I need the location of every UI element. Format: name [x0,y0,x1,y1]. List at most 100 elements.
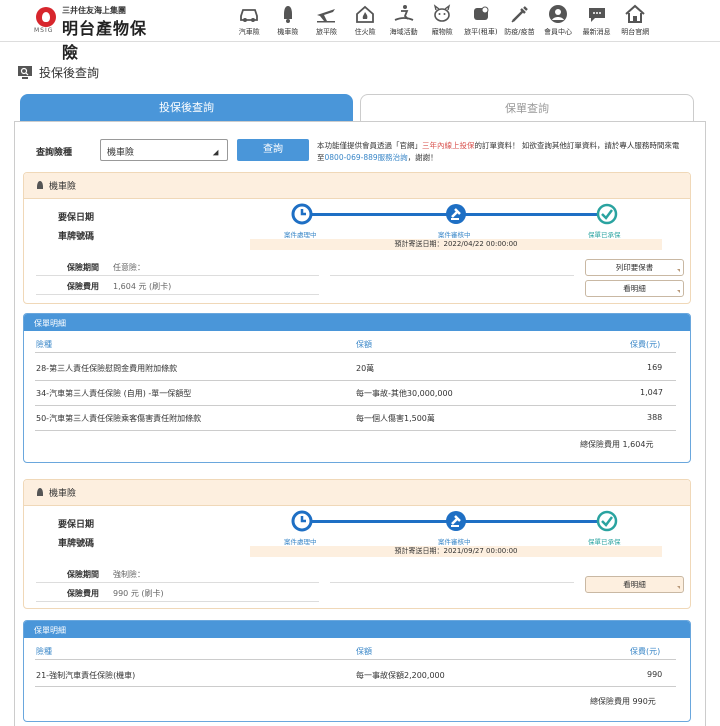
table-divider [35,659,676,660]
scooter-icon [37,180,43,189]
scooter-icon [37,487,43,496]
nav-scooter[interactable]: 機車險 [269,2,308,40]
table-cell: 28-第三人責任保險慰問金費用附加條款 [36,364,178,373]
policy-fee-value: 990 元 (刷卡) [113,589,164,598]
nav-travel[interactable]: 旅平險 [307,2,346,40]
policy-period-value: 強制險： [113,570,145,579]
brand-logo[interactable]: MSIG 三井住友海上集團 明台產物保險 [32,5,162,62]
query-button[interactable]: 查詢 [237,139,309,161]
step-issued-label: 保單已承保 [588,231,621,239]
progress-steps: 案件處理中 案件審核中 保單已承保 預計寄送日期：2022/04/22 00:0… [250,201,662,250]
step-issued-label: 保單已承保 [588,538,621,546]
member-icon [549,5,568,23]
house-fire-icon [356,5,374,23]
total-premium: 總保險費用 1,604元 [580,440,654,449]
nav-marine[interactable]: 海域活動 [384,2,423,40]
history-icon [291,510,313,532]
header-coverage: 險種 [36,340,52,349]
scooter-icon [283,6,292,23]
table-cell: 每一事故保額2,200,000 [356,671,445,680]
top-bar: MSIG 三井住友海上集團 明台產物保險 汽車險 機車險 旅平險 住火險 海域活… [0,0,720,62]
nav-rental[interactable]: 旅平(租車) [462,2,501,40]
tab-policy-query[interactable]: 保單查詢 [360,94,694,122]
query-notice: 本功能僅提供會員透過「官網」三年內線上投保的訂單資料！ 如欲查詢其他訂單資料，請… [317,141,680,162]
policy-period-value: 任意險： [113,263,145,272]
step-processing-label: 案件處理中 [284,538,317,546]
policy-card-header: 機車險 [24,480,690,506]
header-amount: 保額 [356,647,372,656]
nav-label: 最新消息 [582,28,611,36]
policy-fee-label: 保險費用 [67,589,99,598]
view-detail-button[interactable]: 看明細 [585,280,684,297]
nav-label: 海域活動 [389,28,418,36]
service-phone-link[interactable]: 0800-069-889服務治詢 [325,153,408,162]
plate-number-label: 車牌號碼 [58,232,95,242]
history-icon [291,203,313,225]
progress-steps: 案件處理中 案件審核中 保單已承保 預計寄送日期：2021/09/27 00:0… [250,508,662,557]
divider [36,601,319,602]
step-reviewing-label: 案件審核中 [438,538,471,546]
table-cell: 20萬 [356,364,375,373]
msig-logo-icon [36,7,56,27]
total-premium: 總保險費用 990元 [590,697,656,706]
nav-label: 旅平(租車) [464,28,498,36]
divider [330,275,574,276]
table-cell: 每一個人傷害1,500萬 [356,414,435,423]
table-cell: 34-汽車第三人責任保險 (自用) -單一保額型 [36,389,192,398]
header-premium: 保費(元) [630,340,661,349]
nav-label: 住火險 [354,28,376,36]
car-icon [240,9,259,22]
nav-label: 寵物險 [431,28,453,36]
table-cell: 1,047 [640,388,663,397]
start-date-label: 要保日期 [58,213,95,223]
divider [36,582,319,583]
rental-car-icon [473,6,489,20]
divider [36,294,319,295]
airplane-icon [317,9,336,23]
nav-label: 機車險 [277,28,299,36]
policy-period-label: 保險期間 [67,570,99,579]
nav-label: 防疫/疫苗 [504,28,535,36]
surfing-icon [394,5,414,21]
nav-official[interactable]: 明台官網 [616,2,655,40]
table-cell: 169 [647,363,663,372]
nav-label: 汽車險 [238,28,260,36]
insurance-type-label: 查詢險種 [36,148,73,158]
nav-label: 明台官網 [621,28,650,36]
table-divider [35,686,676,687]
policy-fee-value: 1,604 元 (刷卡) [113,282,172,291]
table-cell: 388 [647,413,663,422]
table-divider [35,430,676,431]
nav-label: 旅平險 [315,28,337,36]
plate-number-label: 車牌號碼 [58,539,95,549]
nav-news[interactable]: 最新消息 [577,2,616,40]
insurance-type-select[interactable]: 機車險 [100,139,228,161]
nav-member[interactable]: 會員中心 [539,2,578,40]
policy-fee-label: 保險費用 [67,282,99,291]
table-divider [35,405,676,406]
table-divider [35,352,676,353]
view-detail-button[interactable]: 看明細 [585,576,684,593]
policy-period-label: 保險期間 [67,263,99,272]
header-premium: 保費(元) [630,647,661,656]
nav-vaccine[interactable]: 防疫/疫苗 [500,2,539,40]
main-nav: 汽車險 機車險 旅平險 住火險 海域活動 寵物險 旅平(租車) 防疫/疫苗 會員… [230,2,655,40]
table-cell: 990 [647,670,663,679]
home-icon [625,4,645,23]
step-processing-label: 案件處理中 [284,231,317,239]
table-cell: 每一事故-其他30,000,000 [356,389,453,398]
tab-post-purchase-query[interactable]: 投保後查詢 [20,94,353,122]
table-cell: 21-強制汽車責任保險(機車) [36,671,136,680]
print-application-button[interactable]: 列印要保書 [585,259,684,276]
check-circle-icon [596,510,618,532]
nav-label: 會員中心 [544,28,573,36]
news-icon [588,8,605,22]
nav-fire[interactable]: 住火險 [346,2,385,40]
start-date-label: 要保日期 [58,520,95,530]
logo-msig-text: MSIG [34,27,54,34]
monitor-search-icon [18,66,32,79]
divider [330,582,574,583]
nav-pet[interactable]: 寵物險 [423,2,462,40]
nav-car[interactable]: 汽車險 [230,2,269,40]
header-amount: 保額 [356,340,372,349]
